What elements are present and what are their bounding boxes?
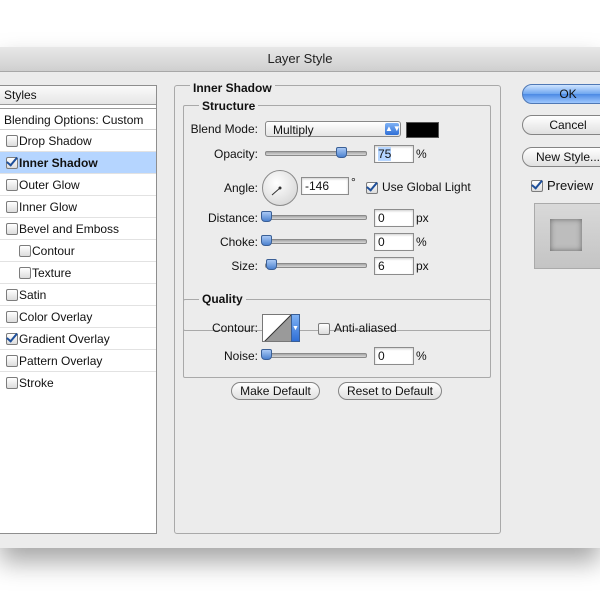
style-item-label: Inner Shadow: [19, 156, 98, 170]
style-item-inner-shadow[interactable]: Inner Shadow: [0, 152, 156, 174]
style-item-label: Pattern Overlay: [19, 354, 103, 368]
styles-list: Styles Blending Options: Custom Drop Sha…: [0, 85, 157, 534]
style-item-label: Outer Glow: [19, 178, 80, 192]
use-global-light-label: Use Global Light: [382, 180, 471, 194]
style-item-inner-glow[interactable]: Inner Glow: [0, 196, 156, 218]
style-item-label: Gradient Overlay: [19, 332, 110, 346]
make-default-button[interactable]: Make Default: [231, 382, 320, 400]
size-unit: px: [416, 259, 429, 273]
choke-slider[interactable]: [265, 239, 367, 244]
dialog-title: Layer Style: [0, 47, 600, 72]
choke-input[interactable]: 0: [374, 233, 414, 251]
opacity-slider-thumb[interactable]: [336, 147, 347, 158]
size-label: Size:: [231, 259, 258, 273]
style-item-label: Drop Shadow: [19, 134, 92, 148]
distance-slider-thumb[interactable]: [261, 211, 272, 222]
distance-label: Distance:: [207, 211, 258, 225]
new-style-button[interactable]: New Style...: [522, 147, 600, 167]
opacity-input[interactable]: 75: [374, 145, 414, 163]
inner-glow-checkbox[interactable]: [6, 201, 18, 213]
quality-title: Quality: [199, 292, 246, 306]
texture-checkbox[interactable]: [19, 267, 31, 279]
pattern-overlay-checkbox[interactable]: [6, 355, 18, 367]
style-item-pattern-overlay[interactable]: Pattern Overlay: [0, 350, 156, 372]
use-global-light-checkbox[interactable]: [366, 182, 378, 194]
choke-unit: %: [416, 235, 427, 249]
blend-mode-label: Blend Mode:: [190, 122, 258, 136]
size-slider[interactable]: [265, 263, 367, 268]
style-item-label: Contour: [32, 244, 75, 258]
ok-button[interactable]: OK: [522, 84, 600, 104]
structure-title: Structure: [199, 99, 259, 113]
size-slider-thumb[interactable]: [266, 259, 277, 270]
opacity-unit: %: [416, 147, 427, 161]
anti-aliased-checkbox[interactable]: [318, 323, 330, 335]
angle-input[interactable]: -146: [301, 177, 349, 195]
noise-unit: %: [416, 349, 427, 363]
angle-needle-icon: [271, 186, 282, 196]
style-item-outer-glow[interactable]: Outer Glow: [0, 174, 156, 196]
preview-swatch: [550, 219, 582, 251]
distance-unit: px: [416, 211, 429, 225]
contour-label: Contour:: [211, 321, 258, 335]
blend-mode-value: Multiply: [273, 123, 314, 137]
style-item-color-overlay[interactable]: Color Overlay: [0, 306, 156, 328]
style-item-label: Inner Glow: [19, 200, 78, 214]
styles-header[interactable]: Styles: [0, 86, 156, 105]
style-item-label: Bevel and Emboss: [19, 222, 120, 236]
style-item-label: Stroke: [19, 376, 54, 390]
style-item-drop-shadow[interactable]: Drop Shadow: [0, 130, 156, 152]
style-item-label: Color Overlay: [19, 310, 93, 324]
style-item-satin[interactable]: Satin: [0, 284, 156, 306]
style-item-contour[interactable]: Contour: [0, 240, 156, 262]
color-overlay-checkbox[interactable]: [6, 311, 18, 323]
style-item-stroke[interactable]: Stroke: [0, 372, 156, 394]
anti-aliased-label: Anti-aliased: [334, 321, 397, 335]
stroke-checkbox[interactable]: [6, 377, 18, 389]
cancel-button[interactable]: Cancel: [522, 115, 600, 135]
opacity-label: Opacity:: [213, 147, 258, 161]
blending-options-item[interactable]: Blending Options: Custom: [0, 108, 156, 130]
choke-slider-thumb[interactable]: [261, 235, 272, 246]
shadow-color-swatch[interactable]: [406, 122, 439, 138]
noise-slider-thumb[interactable]: [261, 349, 272, 360]
style-item-texture[interactable]: Texture: [0, 262, 156, 284]
layer-style-dialog: Layer Style Styles Blending Options: Cus…: [0, 47, 600, 548]
style-item-bevel-emboss[interactable]: Bevel and Emboss: [0, 218, 156, 240]
noise-input[interactable]: 0: [374, 347, 414, 365]
angle-unit: °: [351, 175, 356, 189]
style-item-label: Texture: [32, 266, 72, 280]
blend-mode-select[interactable]: Multiply ▲▼: [265, 121, 401, 137]
preview-checkbox[interactable]: [531, 180, 543, 192]
angle-label: Angle:: [223, 181, 258, 195]
style-preview: [534, 203, 600, 269]
distance-slider[interactable]: [265, 215, 367, 220]
outer-glow-checkbox[interactable]: [6, 179, 18, 191]
size-input[interactable]: 6: [374, 257, 414, 275]
distance-input[interactable]: 0: [374, 209, 414, 227]
noise-slider[interactable]: [265, 353, 367, 358]
preview-label: Preview: [547, 178, 594, 193]
contour-checkbox[interactable]: [19, 245, 31, 257]
choke-label: Choke:: [219, 235, 258, 249]
chevron-updown-icon: ▲▼: [385, 123, 401, 135]
inner-shadow-checkbox[interactable]: [6, 157, 18, 169]
style-item-gradient-overlay[interactable]: Gradient Overlay: [0, 328, 156, 350]
gradient-overlay-checkbox[interactable]: [6, 333, 18, 345]
bevel-emboss-checkbox[interactable]: [6, 223, 18, 235]
reset-to-default-button[interactable]: Reset to Default: [338, 382, 442, 400]
panel-title: Inner Shadow: [190, 81, 275, 95]
quality-group: [183, 299, 491, 378]
satin-checkbox[interactable]: [6, 289, 18, 301]
drop-shadow-checkbox[interactable]: [6, 135, 18, 147]
angle-dial[interactable]: [262, 170, 298, 206]
noise-label: Noise:: [223, 349, 258, 363]
contour-dropdown-arrow[interactable]: ▼: [291, 314, 300, 342]
opacity-slider[interactable]: [265, 151, 367, 156]
style-item-label: Satin: [19, 288, 47, 302]
